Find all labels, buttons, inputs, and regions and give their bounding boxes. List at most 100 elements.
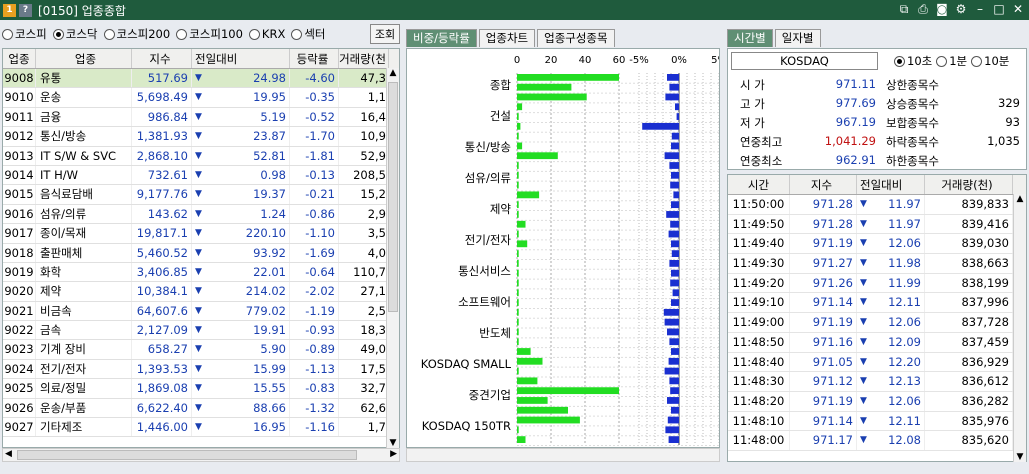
sector-rate: -1.13 [290, 359, 339, 379]
right-tab-0[interactable]: 시간별 [727, 29, 773, 47]
rate-bar [671, 240, 679, 248]
weight-bar [517, 250, 519, 257]
table-row[interactable]: 11:49:40 971.19 ▼ 12.06 839,030 [728, 234, 1026, 255]
sector-volume: 110,7 [339, 262, 389, 282]
sector-change: ▼ 779.02 [192, 301, 290, 321]
table-row[interactable]: 11:48:50 971.16 ▼ 12.09 837,459 [728, 332, 1026, 353]
table-row[interactable]: 9021 비금속 64,607.6 ▼ 779.02 -1.19 2,5 [3, 301, 399, 322]
maximize-icon[interactable]: □ [992, 2, 1006, 17]
row-index: 971.19 [790, 313, 857, 332]
print-icon[interactable]: ⎙ [916, 2, 930, 17]
interval-radio-2[interactable]: 10분 [971, 53, 1009, 69]
column-header[interactable]: 전일대비 [857, 175, 925, 194]
row-volume: 835,620 [925, 431, 1013, 450]
table-row[interactable]: 11:49:50 971.28 ▼ 11.97 839,416 [728, 214, 1026, 235]
camera-icon[interactable]: ◙ [935, 2, 949, 17]
rate-bar [671, 299, 679, 306]
row-time: 11:50:00 [728, 195, 790, 214]
sector-index: 1,446.00 [132, 418, 192, 437]
radio-circle[interactable] [936, 55, 948, 67]
change-value: 15.99 [253, 361, 286, 376]
table-row[interactable]: 9027 기타제조 1,446.00 ▼ 16.95 -1.16 1,7 [3, 418, 399, 438]
down-arrow-icon: ▼ [860, 336, 867, 347]
table-row[interactable]: 9011 금융 986.84 ▼ 5.19 -0.52 16,4 [3, 107, 399, 128]
table-row[interactable]: 11:50:00 971.28 ▼ 11.97 839,833 [728, 195, 1026, 215]
radio-circle[interactable] [894, 55, 905, 67]
radio-circle[interactable] [176, 28, 188, 40]
table-row[interactable]: 11:48:40 971.05 ▼ 12.20 836,929 [728, 352, 1026, 373]
radio-circle[interactable] [248, 28, 260, 40]
table-row[interactable]: 9020 제약 10,384.1 ▼ 214.02 -2.02 27,1 [3, 282, 399, 302]
table-row[interactable]: 9026 운송/부품 6,622.40 ▼ 88.66 -1.32 62,6 [3, 398, 399, 419]
rate-bar [670, 220, 679, 228]
sector-table-vscroll[interactable]: ▲ ▼ [386, 68, 399, 448]
column-header[interactable]: 전일대비 [192, 49, 290, 68]
table-row[interactable]: 11:48:30 971.12 ▼ 12.13 836,612 [728, 372, 1026, 392]
close-icon[interactable]: ✕ [1011, 2, 1025, 17]
radio-circle[interactable] [971, 55, 983, 67]
right-tab-1[interactable]: 일자별 [774, 29, 821, 47]
table-row[interactable]: 11:49:20 971.26 ▼ 11.99 838,199 [728, 273, 1026, 294]
market-radio-5[interactable]: 섹터 [291, 26, 326, 42]
sector-volume: 10,9 [339, 127, 389, 146]
chart-tab-2[interactable]: 업종구성종목 [537, 29, 615, 47]
market-radio-0[interactable]: 코스피 [2, 26, 47, 42]
radio-circle[interactable] [2, 28, 13, 40]
table-row[interactable]: 9025 의료/정밀 1,869.08 ▼ 15.55 -0.83 32,7 [3, 379, 399, 399]
column-header[interactable]: 업종 [3, 49, 36, 68]
chart-tab-0[interactable]: 비중/등락률 [406, 29, 477, 47]
column-header[interactable]: 시간 [728, 175, 790, 194]
radio-circle[interactable] [291, 28, 303, 40]
table-row[interactable]: 9015 음식료담배 9,177.76 ▼ 19.37 -0.21 15,2 [3, 185, 399, 205]
table-row[interactable]: 9024 전기/전자 1,393.53 ▼ 15.99 -1.13 17,5 [3, 359, 399, 380]
table-row[interactable]: 11:49:10 971.14 ▼ 12.11 837,996 [728, 293, 1026, 314]
index-name-field[interactable]: KOSDAQ [731, 52, 878, 70]
table-row[interactable]: 11:48:10 971.14 ▼ 12.11 835,976 [728, 411, 1026, 432]
radio-circle[interactable] [52, 28, 64, 40]
column-header[interactable]: 거래량(천 [339, 49, 389, 68]
table-row[interactable]: 9016 섬유/의류 143.62 ▼ 1.24 -0.86 2,9 [3, 204, 399, 225]
minimize-icon[interactable]: – [973, 2, 987, 17]
column-header[interactable]: 등락률 [290, 49, 339, 68]
link-icon[interactable]: ⧉ [897, 2, 911, 17]
column-header[interactable]: 지수 [132, 49, 192, 68]
column-header[interactable]: 지수 [790, 175, 857, 194]
down-arrow-icon: ▼ [195, 228, 202, 239]
sector-index: 1,381.93 [132, 127, 192, 146]
table-row[interactable]: 9013 IT S/W & SVC 2,868.10 ▼ 52.81 -1.81 52,9 [3, 146, 399, 166]
chart-hscroll[interactable] [406, 448, 720, 462]
table-row[interactable]: 9014 IT H/W 732.61 ▼ 0.98 -0.13 208,5 [3, 165, 399, 186]
table-row[interactable]: 11:49:00 971.19 ▼ 12.06 837,728 [728, 313, 1026, 333]
table-row[interactable]: 11:49:30 971.27 ▼ 11.98 838,663 [728, 254, 1026, 274]
column-header[interactable]: 업종 [36, 49, 132, 68]
table-row[interactable]: 11:48:20 971.19 ▼ 12.06 836,282 [728, 391, 1026, 412]
interval-radio-0[interactable]: 10초 [894, 53, 932, 69]
radio-circle[interactable] [103, 28, 115, 40]
table-row[interactable]: 9008 유통 517.69 ▼ 24.98 -4.60 47,3 [3, 69, 399, 89]
help-icon[interactable]: ? [19, 3, 32, 17]
market-radio-4[interactable]: KRX [248, 27, 285, 41]
time-series-vscroll[interactable]: ▲ ▼ [1013, 194, 1026, 462]
query-button[interactable]: 조회 [370, 24, 400, 44]
table-row[interactable]: 9019 화학 3,406.85 ▼ 22.01 -0.64 110,7 [3, 262, 399, 283]
table-row[interactable]: 9022 금속 2,127.09 ▼ 19.91 -0.93 18,3 [3, 321, 399, 341]
market-radio-1[interactable]: 코스닥 [52, 26, 98, 42]
market-radio-2[interactable]: 코스피200 [103, 26, 170, 42]
table-row[interactable]: 9017 종이/목재 19,817.1 ▼ 220.10 -1.10 3,5 [3, 224, 399, 244]
weight-bar [517, 299, 519, 306]
interval-radio-1[interactable]: 1분 [936, 53, 967, 69]
column-header[interactable]: 거래량(천) [925, 175, 1013, 194]
market-radio-3[interactable]: 코스피100 [176, 26, 243, 42]
table-row[interactable]: 11:48:00 971.17 ▼ 12.08 835,620 [728, 431, 1026, 451]
table-row[interactable]: 9012 통신/방송 1,381.93 ▼ 23.87 -1.70 10,9 [3, 127, 399, 147]
table-row[interactable]: 9018 출판매체 5,460.52 ▼ 93.92 -1.69 4,0 [3, 243, 399, 263]
sector-table-hscroll[interactable]: ◀ ▶ [2, 448, 400, 462]
table-row[interactable]: 9023 기계 장비 658.27 ▼ 5.90 -0.89 49,0 [3, 340, 399, 360]
row-change: ▼ 11.98 [857, 254, 925, 273]
gear-icon[interactable]: ⚙ [954, 2, 968, 17]
table-row[interactable]: 9010 운송 5,698.49 ▼ 19.95 -0.35 1,1 [3, 88, 399, 108]
chart-tab-1[interactable]: 업종차트 [478, 29, 536, 47]
sector-rate: -1.70 [290, 127, 339, 146]
sector-index: 10,384.1 [132, 282, 192, 301]
rate-bar [668, 436, 679, 443]
